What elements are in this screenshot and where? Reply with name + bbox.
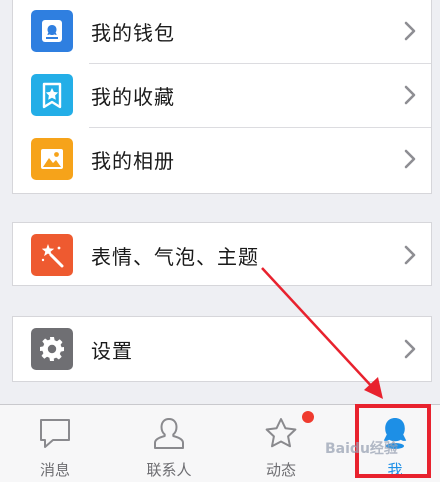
photo-album-icon [31,138,73,180]
menu-label-wallet: 我的钱包 [91,20,175,45]
menu-row-album[interactable]: 我的相册 [13,127,431,191]
menu-group-account: 我的钱包 我的收藏 我的相册 [12,0,432,194]
gear-icon [31,328,73,370]
tab-activity[interactable]: 动态 [226,405,336,482]
menu-label-favorites: 我的收藏 [91,84,175,109]
magic-wand-icon [31,234,73,276]
menu-row-wallet[interactable]: 我的钱包 [13,0,431,63]
star-activity-icon [262,415,300,453]
chevron-right-icon [403,244,417,266]
tab-label-activity: 动态 [265,461,296,479]
menu-row-themes[interactable]: 表情、气泡、主题 [13,223,431,287]
highlight-box [355,404,431,478]
tab-label-messages: 消息 [39,461,70,479]
tab-label-contacts: 联系人 [146,461,192,479]
menu-group-personalize: 表情、气泡、主题 [12,222,432,286]
tab-messages[interactable]: 消息 [0,405,110,482]
wallet-icon [31,10,73,52]
menu-label-settings: 设置 [91,338,133,363]
favorite-star-icon [31,74,73,116]
menu-row-settings[interactable]: 设置 [13,317,431,381]
menu-group-settings: 设置 [12,316,432,382]
menu-label-themes: 表情、气泡、主题 [91,244,259,269]
menu-row-favorites[interactable]: 我的收藏 [13,63,431,127]
message-bubble-icon [36,415,74,453]
contacts-person-icon [150,415,188,453]
chevron-right-icon [403,148,417,170]
notification-badge [302,411,314,423]
menu-label-album: 我的相册 [91,148,175,173]
chevron-right-icon [403,20,417,42]
tab-contacts[interactable]: 联系人 [114,405,224,482]
chevron-right-icon [403,84,417,106]
chevron-right-icon [403,338,417,360]
